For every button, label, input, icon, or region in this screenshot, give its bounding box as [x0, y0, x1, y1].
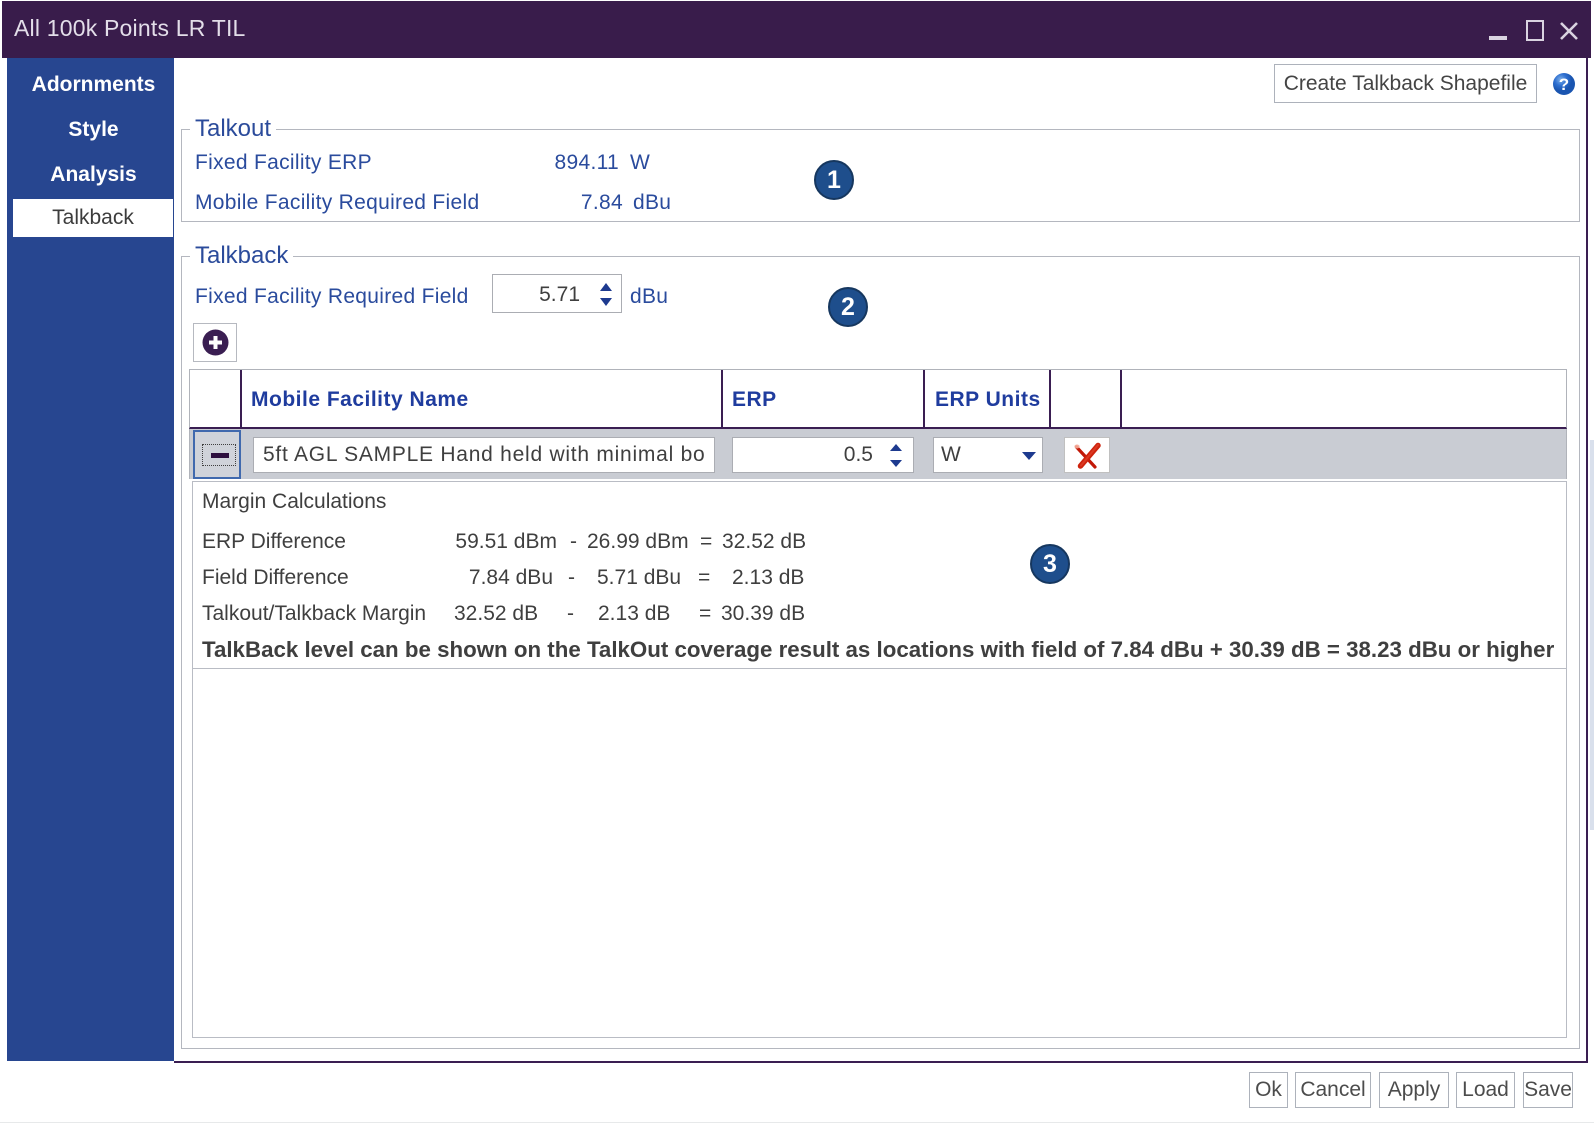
svg-text:?: ? [1559, 75, 1569, 94]
